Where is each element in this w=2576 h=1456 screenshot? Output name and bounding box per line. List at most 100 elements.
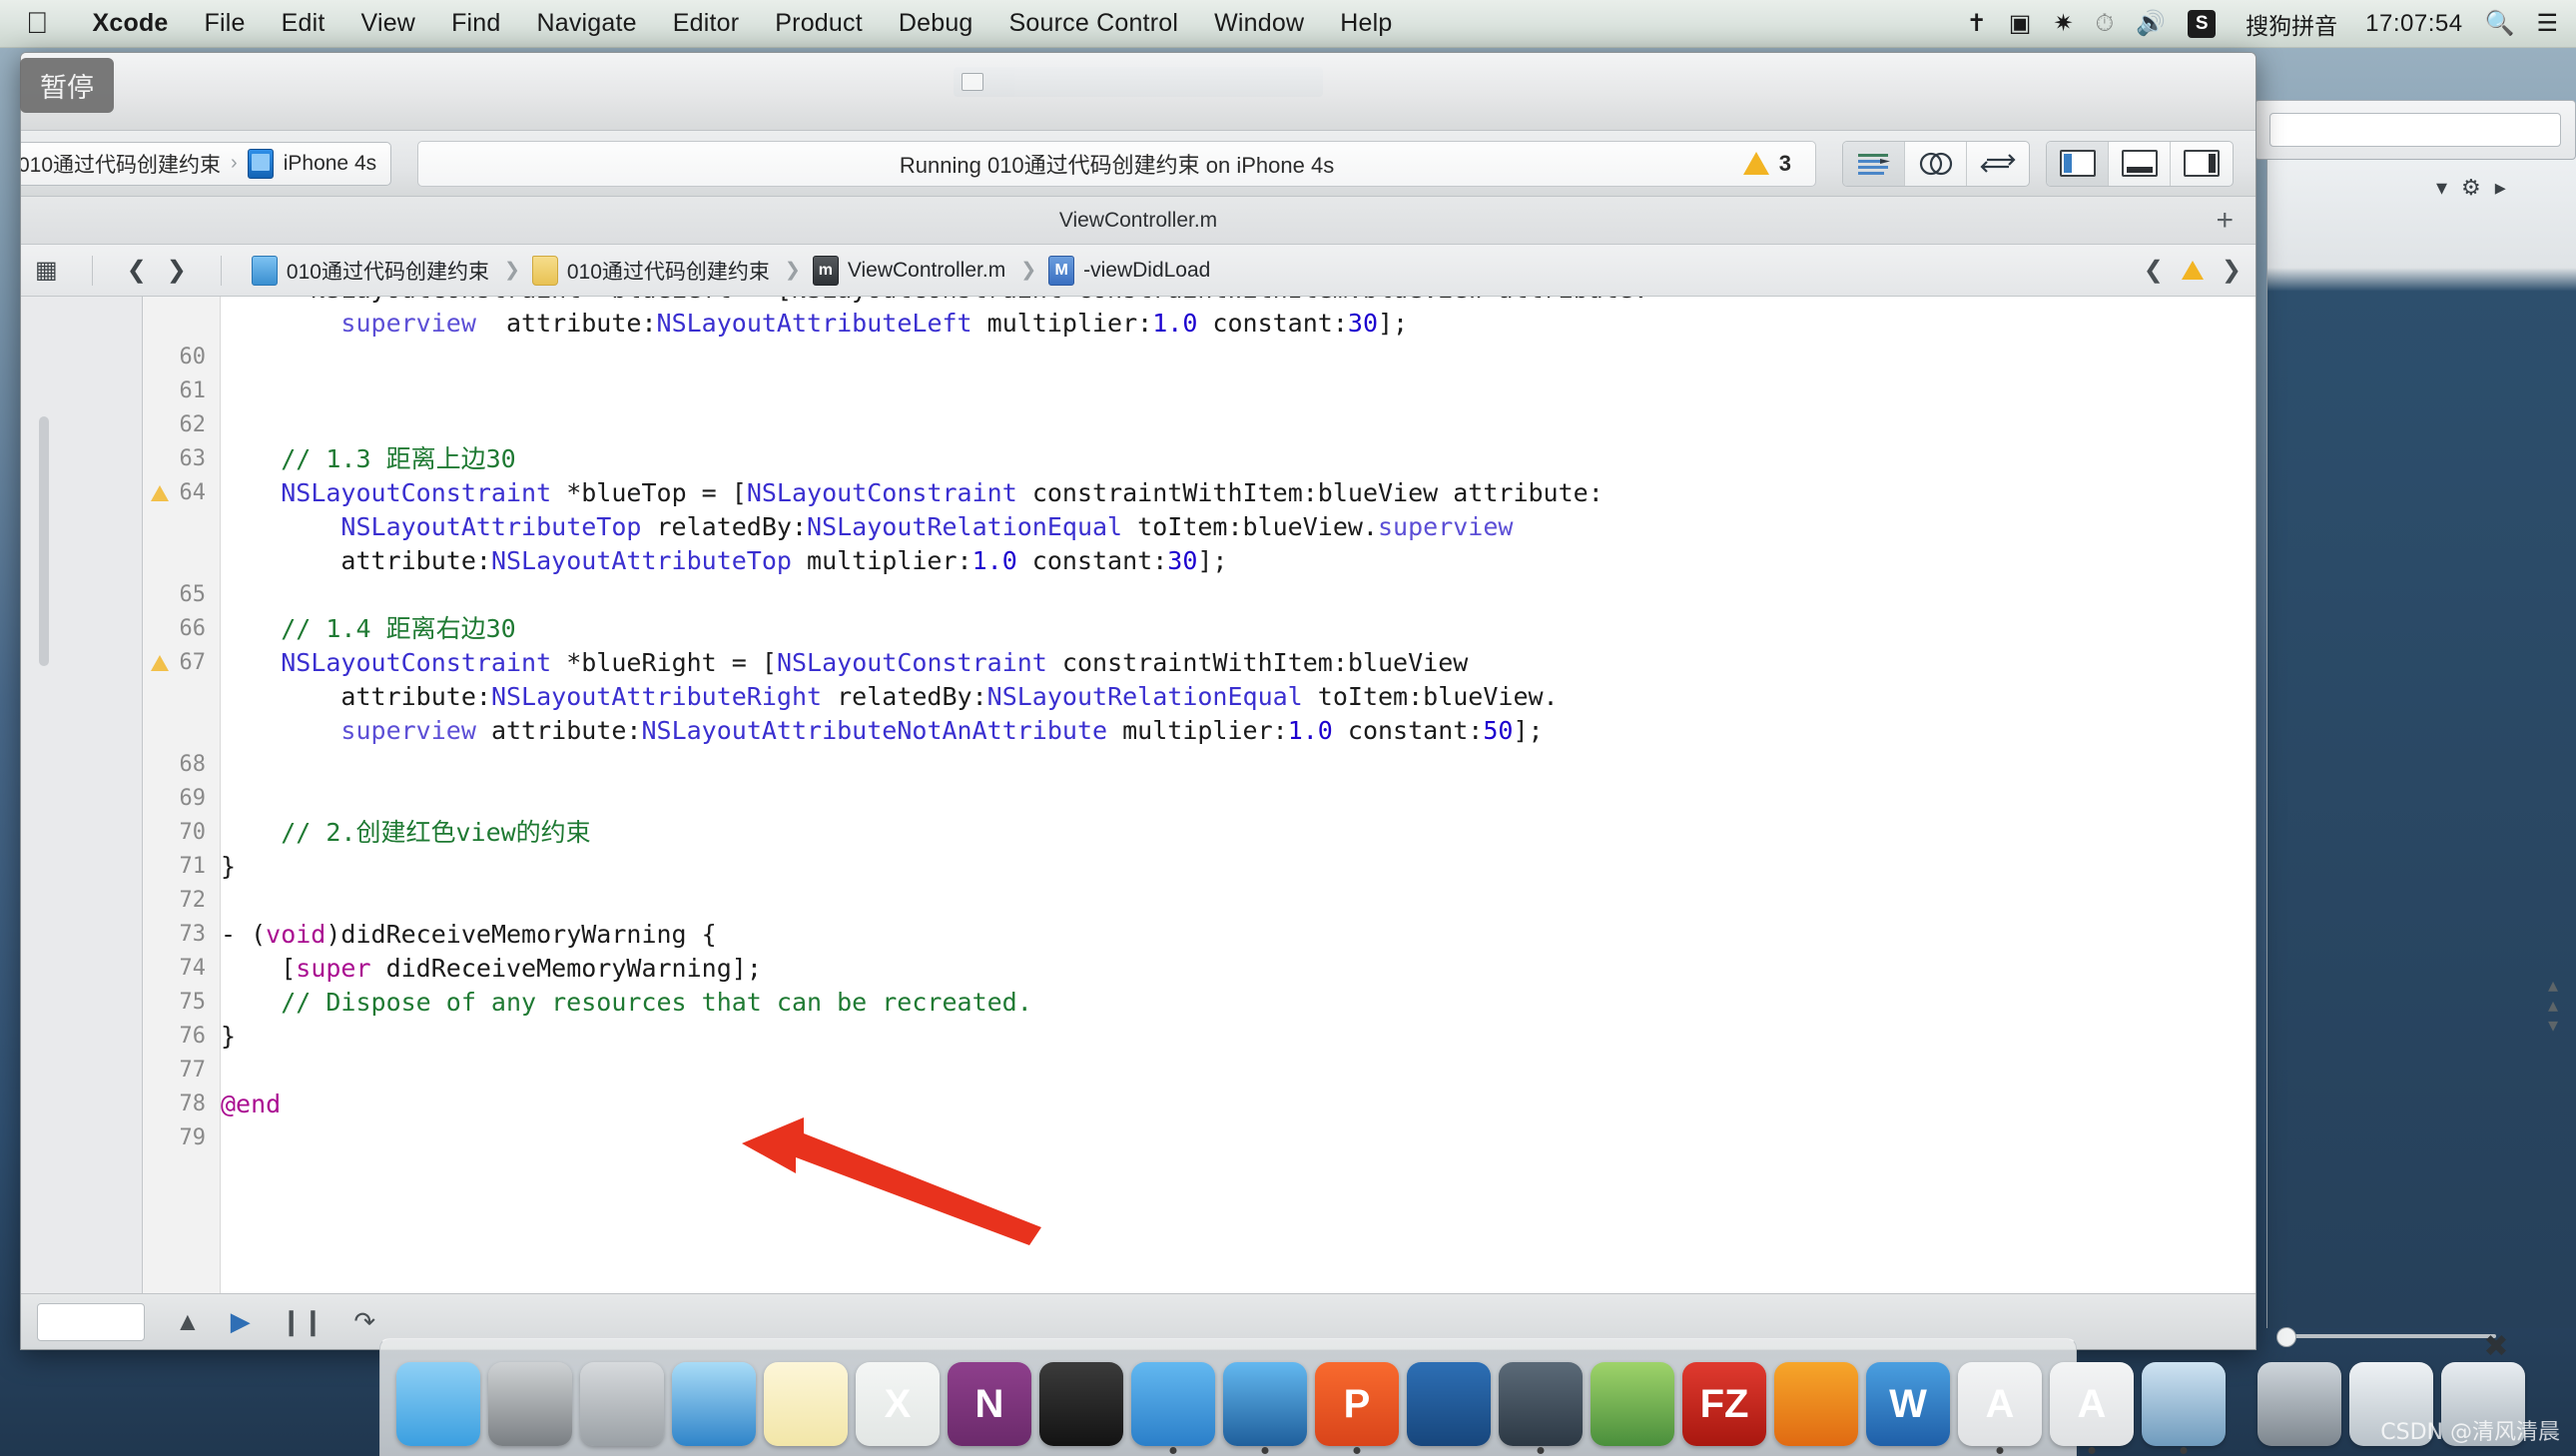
step-over-icon[interactable]: ↷ — [353, 1306, 375, 1337]
warning-triangle-icon[interactable] — [151, 485, 169, 501]
code-line[interactable]: attribute:NSLayoutAttributeRight related… — [221, 680, 1558, 714]
menu-item-product[interactable]: Product — [757, 9, 881, 38]
apple-logo-icon[interactable]:  — [26, 8, 49, 39]
previous-issue-chevron-left-icon[interactable]: ❮ — [2144, 256, 2164, 285]
search-icon[interactable]: 🔍 — [2485, 9, 2515, 38]
background-search-input[interactable] — [2269, 113, 2561, 147]
forward-chevron-right-icon[interactable]: ❯ — [167, 256, 187, 285]
menu-item-find[interactable]: Find — [433, 9, 518, 38]
assistant-editor-icon[interactable] — [1905, 141, 1967, 186]
dock-item-launchpad[interactable] — [580, 1362, 664, 1446]
dock-item-microsoft-word[interactable]: W — [1866, 1362, 1950, 1446]
background-slider[interactable] — [2276, 1327, 2496, 1347]
dock-item-terminal[interactable] — [1039, 1362, 1123, 1446]
warning-triangle-icon[interactable] — [2181, 261, 2204, 280]
airplay-icon[interactable]: ✷ — [2053, 9, 2073, 38]
menu-item-view[interactable]: View — [343, 9, 434, 38]
chevron-up-icon[interactable]: ▴ — [2548, 976, 2558, 996]
line-number[interactable]: 77 — [146, 1054, 207, 1088]
gear-icon[interactable]: ⚙ — [2461, 175, 2481, 201]
menu-item-help[interactable]: Help — [1322, 9, 1410, 38]
dock-item-microsoft-excel[interactable]: X — [856, 1362, 940, 1446]
code-line[interactable]: NSLayoutConstraint *blueLeft = [NSLayout… — [221, 297, 1648, 307]
background-window-right[interactable] — [2266, 150, 2576, 1328]
menu-item-source-control[interactable]: Source Control — [991, 9, 1197, 38]
screen-recording-icon[interactable]: ▣ — [2009, 9, 2032, 38]
continue-icon[interactable]: ▶ — [231, 1306, 251, 1337]
pause-icon[interactable]: ❙❙ — [281, 1306, 324, 1337]
dock-item-photos[interactable] — [2142, 1362, 2226, 1446]
navigator-scrollbar[interactable] — [39, 416, 49, 666]
chevron-down-small-icon[interactable]: ▾ — [2548, 1016, 2558, 1036]
dock-item-sogou-input[interactable] — [1774, 1362, 1858, 1446]
related-files-icon[interactable]: ▦ — [35, 256, 58, 285]
line-number[interactable]: 73 — [146, 918, 207, 952]
add-tab-icon[interactable]: + — [2216, 204, 2234, 238]
warning-badge[interactable]: 3 — [1742, 151, 1791, 177]
breadcrumb-symbol[interactable]: M -viewDidLoad — [1048, 255, 1210, 286]
line-number[interactable]: 74 — [146, 952, 207, 986]
debug-area-toggle-icon[interactable] — [2109, 141, 2171, 186]
menu-item-xcode[interactable]: Xcode — [75, 9, 187, 38]
menu-item-navigate[interactable]: Navigate — [519, 9, 655, 38]
debug-left-field[interactable] — [37, 1302, 145, 1341]
list-menu-icon[interactable]: ☰ — [2536, 9, 2558, 38]
code-content[interactable]: NSLayoutConstraint *blueLeft = [NSLayout… — [221, 297, 2255, 1293]
titlebar-center-chip[interactable] — [954, 67, 1323, 97]
line-number[interactable]: 71 — [146, 850, 207, 884]
background-scroll-arrows[interactable]: ▴ ▴ ▾ — [2548, 976, 2558, 1036]
breadcrumb-project[interactable]: 010通过代码创建约束 ❯ — [251, 255, 526, 286]
hide-debug-area-icon[interactable]: ▲ — [175, 1306, 201, 1337]
line-number[interactable]: 78 — [146, 1088, 207, 1121]
line-number[interactable]: 72 — [146, 884, 207, 918]
warning-triangle-icon[interactable] — [151, 655, 169, 671]
navigator-toggle-icon[interactable] — [2047, 141, 2109, 186]
code-line[interactable]: superview attribute:NSLayoutAttributeNot… — [221, 714, 1543, 748]
scheme-selector[interactable]: 010通过代码创建约束 › iPhone 4s — [21, 141, 392, 186]
code-line[interactable]: // 1.4 距离右边30 — [221, 612, 515, 646]
breadcrumb-folder[interactable]: 010通过代码创建约束 ❯ — [531, 255, 807, 286]
bluetooth-icon[interactable]: ✝ — [1967, 9, 1987, 38]
version-editor-icon[interactable] — [1967, 142, 2029, 186]
line-number[interactable]: 76 — [146, 1020, 207, 1054]
dock-item-downloads-stack[interactable] — [2257, 1362, 2341, 1446]
next-issue-chevron-right-icon[interactable]: ❯ — [2222, 256, 2242, 285]
code-line[interactable]: [super didReceiveMemoryWarning]; — [221, 952, 762, 986]
timemachine-icon[interactable]: ⏱ — [2096, 10, 2115, 38]
source-editor[interactable]: 60 61 62 63 64 65 66 67 68 69 70 71 72 73 74 75 76 77 78 79… — [143, 297, 2255, 1293]
code-line[interactable]: attribute:NSLayoutAttributeTop multiplie… — [221, 544, 1227, 578]
back-chevron-left-icon[interactable]: ❮ — [127, 256, 147, 285]
tab-viewcontroller-m[interactable]: ViewController.m — [1059, 209, 1217, 233]
line-number[interactable]: 75 — [146, 986, 207, 1020]
code-line[interactable]: // 1.3 距离上边30 — [221, 442, 515, 476]
volume-icon[interactable]: 🔊 — [2136, 9, 2166, 38]
line-number[interactable]: 69 — [146, 782, 207, 816]
chevron-down-icon[interactable]: ▾ — [2436, 175, 2447, 201]
code-line[interactable]: } — [221, 1020, 236, 1054]
dock-item-notes[interactable] — [764, 1362, 848, 1446]
dock-item-snipaste[interactable] — [1407, 1362, 1491, 1446]
standard-editor-icon[interactable] — [1843, 141, 1905, 186]
dock-item-app-store-alt[interactable]: A — [2050, 1362, 2134, 1446]
code-line[interactable]: - (void)didReceiveMemoryWarning { — [221, 918, 717, 952]
dock-item-microsoft-onenote[interactable]: N — [948, 1362, 1031, 1446]
code-line[interactable]: @end — [221, 1088, 281, 1121]
line-number[interactable]: 62 — [146, 408, 207, 442]
background-panel-controls[interactable]: ▾ ⚙ ▸ — [2436, 168, 2576, 208]
dock-item-xcode[interactable] — [1131, 1362, 1215, 1446]
menu-item-edit[interactable]: Edit — [264, 9, 343, 38]
breadcrumb-file[interactable]: m ViewController.m ❯ — [812, 255, 1042, 286]
code-line[interactable]: superview attribute:NSLayoutAttributeLef… — [221, 307, 1408, 341]
code-line[interactable]: // 2.创建红色view的约束 — [221, 816, 590, 850]
menu-item-debug[interactable]: Debug — [881, 9, 991, 38]
code-line[interactable]: // Dispose of any resources that can be … — [221, 986, 1032, 1020]
chevron-up-small-icon[interactable]: ▴ — [2548, 996, 2558, 1016]
chevron-right-icon[interactable]: ▸ — [2495, 175, 2506, 201]
utilities-toggle-icon[interactable] — [2171, 142, 2233, 186]
code-line[interactable]: NSLayoutAttributeTop relatedBy:NSLayoutR… — [221, 510, 1513, 544]
dock-item-thunder-download[interactable] — [1591, 1362, 1674, 1446]
dock-item-safari[interactable] — [672, 1362, 756, 1446]
input-method-badge[interactable]: S — [2188, 9, 2217, 38]
dock-item-app-store[interactable]: A — [1958, 1362, 2042, 1446]
dock-item-system-preferences[interactable] — [488, 1362, 572, 1446]
